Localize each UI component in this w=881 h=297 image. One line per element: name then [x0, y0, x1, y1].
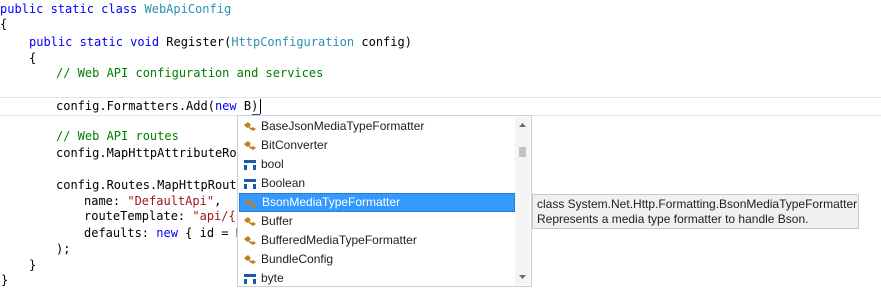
- typed-text: B): [236, 99, 259, 113]
- completion-scrollbar[interactable]: [515, 117, 530, 285]
- code-line-12: defaults: new { id = R: [84, 224, 243, 243]
- string-literal: "api/{c: [192, 209, 243, 223]
- completion-item[interactable]: Boolean: [239, 174, 515, 193]
- completion-item-label: BundleConfig: [261, 252, 334, 266]
- class-icon: [242, 233, 258, 249]
- tooltip-description: Represents a media type formatter to han…: [537, 212, 809, 226]
- code-line-4: {: [29, 49, 36, 68]
- class-icon: [242, 252, 258, 268]
- brace: }: [1, 273, 9, 287]
- completion-item[interactable]: Buffer: [239, 212, 515, 231]
- code-line-15: }: [1, 271, 8, 290]
- struct-icon: [242, 176, 258, 192]
- scrollbar-thumb[interactable]: [519, 147, 526, 157]
- struct-icon: [242, 157, 258, 173]
- code-text: config): [354, 35, 412, 49]
- keyword: public static class: [0, 2, 145, 16]
- text-caret: [260, 99, 261, 114]
- code-line-6: config.Formatters.Add(new B): [56, 97, 258, 116]
- type-name: HttpConfiguration: [231, 35, 355, 49]
- type-name: WebApiConfig: [144, 2, 232, 16]
- scroll-down-arrow-icon[interactable]: [515, 269, 530, 284]
- class-icon: [242, 138, 258, 154]
- class-icon: [242, 214, 258, 230]
- keyword: new: [214, 99, 237, 113]
- code-line-1: public static class WebApiConfig: [0, 0, 231, 19]
- code-text: { id = R: [177, 226, 243, 240]
- code-line-8: config.MapHttpAttributeRou: [56, 144, 244, 163]
- completion-item-selected[interactable]: BsonMediaTypeFormatter: [239, 193, 515, 212]
- quick-info-tooltip: class System.Net.Http.Formatting.BsonMed…: [532, 194, 859, 229]
- code-line-13: );: [56, 240, 70, 259]
- comment: // Web API configuration and services: [56, 66, 324, 80]
- completion-item-label: BufferedMediaTypeFormatter: [261, 233, 417, 247]
- code-text: config.MapHttpAttributeRou: [56, 146, 244, 160]
- keyword: public static void: [29, 35, 167, 49]
- code-text: routeTemplate:: [84, 209, 193, 223]
- brace: }: [29, 258, 37, 272]
- completion-item[interactable]: BitConverter: [239, 136, 515, 155]
- completion-item[interactable]: BundleConfig: [239, 250, 515, 269]
- keyword: new: [156, 226, 178, 240]
- class-icon: [243, 196, 259, 212]
- completion-item-label: byte: [261, 271, 284, 285]
- completion-item[interactable]: bool: [239, 155, 515, 174]
- brace: {: [29, 51, 37, 65]
- completion-item-label: bool: [261, 157, 284, 171]
- completion-item-label: Boolean: [261, 176, 306, 190]
- brace: {: [0, 17, 8, 31]
- scroll-up-arrow-icon[interactable]: [515, 118, 530, 133]
- completion-item[interactable]: byte: [239, 269, 515, 288]
- code-text: Register(: [166, 35, 232, 49]
- completion-item[interactable]: BufferedMediaTypeFormatter: [239, 231, 515, 250]
- code-text: );: [56, 242, 71, 256]
- completion-item-label: BaseJsonMediaTypeFormatter: [261, 119, 425, 133]
- code-line-5: // Web API configuration and services: [56, 64, 323, 83]
- code-text: defaults:: [84, 226, 157, 240]
- completion-item-label: Buffer: [261, 214, 293, 228]
- code-text: config.Formatters.Add(: [56, 99, 215, 113]
- completion-item-label: BitConverter: [261, 138, 328, 152]
- code-line-2: {: [0, 15, 7, 34]
- completion-item-label: BsonMediaTypeFormatter: [262, 195, 401, 209]
- tooltip-signature: class System.Net.Http.Formatting.BsonMed…: [537, 197, 858, 211]
- string-literal: "DefaultApi": [127, 194, 215, 208]
- struct-icon: [242, 271, 258, 287]
- code-line-3: public static void Register(HttpConfigur…: [29, 33, 412, 52]
- code-text: ,: [214, 194, 222, 208]
- code-text: name:: [84, 194, 128, 208]
- code-text: config.Routes.MapHttpRoute: [56, 178, 244, 192]
- completion-item[interactable]: BaseJsonMediaTypeFormatter: [239, 117, 515, 136]
- comment: // Web API routes: [56, 129, 179, 143]
- class-icon: [242, 119, 258, 135]
- intellisense-completion-list[interactable]: BaseJsonMediaTypeFormatter BitConverter …: [237, 115, 532, 287]
- code-line-14: }: [29, 256, 36, 275]
